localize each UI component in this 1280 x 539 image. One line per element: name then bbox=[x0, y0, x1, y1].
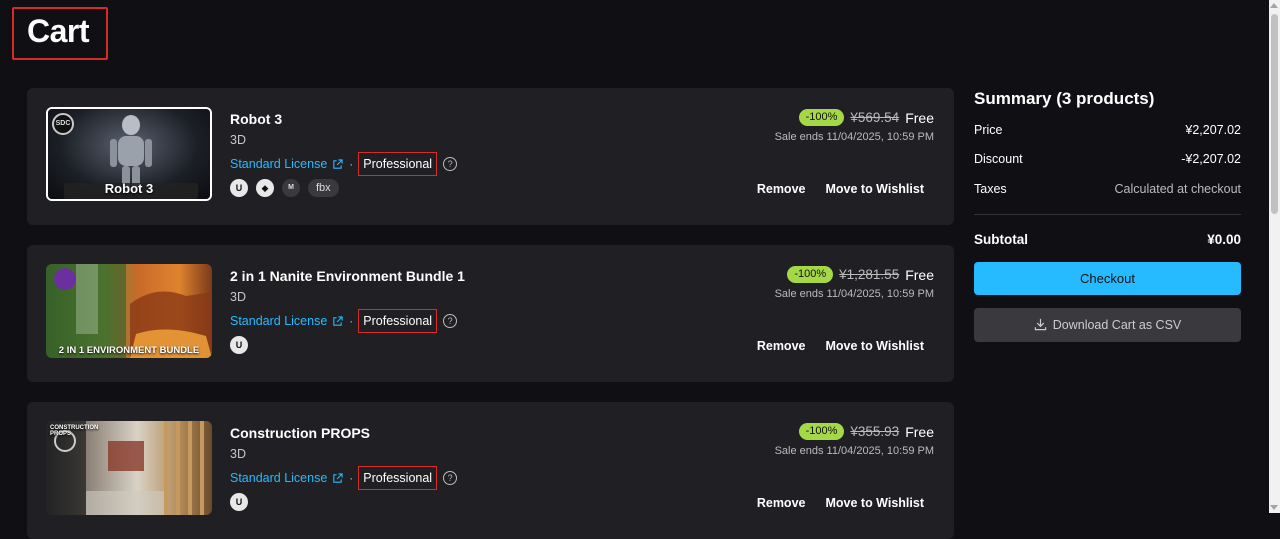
product-category: 3D bbox=[230, 133, 246, 147]
item-actions: Remove Move to Wishlist bbox=[757, 496, 924, 510]
discount-badge: -100% bbox=[798, 423, 845, 440]
page-scrollbar[interactable] bbox=[1269, 0, 1280, 513]
discount-badge: -100% bbox=[787, 266, 834, 283]
license-row: Standard License · Professional ? bbox=[230, 466, 458, 490]
summary-title: Summary (3 products) bbox=[974, 89, 1155, 108]
download-csv-label: Download Cart as CSV bbox=[1052, 318, 1182, 332]
unreal-engine-icon: U bbox=[230, 493, 248, 511]
current-price: Free bbox=[905, 109, 934, 126]
product-thumbnail[interactable]: SDC Robot 3 bbox=[46, 107, 212, 201]
thumbnail-caption: CONSTRUCTION PROPS bbox=[50, 425, 99, 437]
item-actions: Remove Move to Wishlist bbox=[757, 339, 924, 353]
fbx-format-badge: fbx bbox=[308, 179, 339, 197]
summary-taxes-row: Taxes Calculated at checkout bbox=[974, 182, 1241, 196]
sale-ends-text: Sale ends 11/04/2025, 10:59 PM bbox=[774, 131, 934, 143]
thumbnail-caption: Robot 3 bbox=[104, 181, 154, 196]
supported-formats: U bbox=[230, 493, 248, 511]
supported-formats: U ◆ M fbx bbox=[230, 179, 339, 197]
remove-button[interactable]: Remove bbox=[757, 496, 806, 510]
page-title: Cart bbox=[27, 13, 90, 49]
summary-divider bbox=[974, 214, 1241, 215]
scroll-up-arrow-icon[interactable] bbox=[1270, 3, 1278, 8]
subtotal-value: ¥0.00 bbox=[1207, 232, 1241, 247]
price-row: -100% ¥355.93 Free bbox=[798, 423, 934, 440]
price-label: Price bbox=[974, 123, 1003, 137]
license-row: Standard License · Professional ? bbox=[230, 152, 458, 176]
unreal-engine-icon: U bbox=[230, 179, 248, 197]
unreal-engine-icon: U bbox=[230, 336, 248, 354]
help-icon[interactable]: ? bbox=[443, 471, 458, 485]
fab-format-icon: M bbox=[282, 179, 300, 197]
discount-label: Discount bbox=[974, 152, 1023, 166]
license-row: Standard License · Professional ? bbox=[230, 309, 458, 333]
item-actions: Remove Move to Wishlist bbox=[757, 182, 924, 196]
download-icon bbox=[1034, 318, 1046, 331]
move-to-wishlist-button[interactable]: Move to Wishlist bbox=[825, 182, 924, 196]
discount-badge: -100% bbox=[798, 109, 845, 126]
scroll-down-arrow-icon[interactable] bbox=[1270, 505, 1278, 510]
seller-badge: SDC bbox=[52, 113, 74, 135]
current-price: Free bbox=[905, 266, 934, 283]
thumbnail-caption: 2 IN 1 ENVIRONMENT BUNDLE bbox=[58, 345, 200, 356]
checkout-button[interactable]: Checkout bbox=[974, 262, 1241, 295]
external-link-icon[interactable] bbox=[332, 315, 343, 327]
remove-button[interactable]: Remove bbox=[757, 182, 806, 196]
discount-value: -¥2,207.02 bbox=[1181, 152, 1241, 166]
standard-license-link[interactable]: Standard License bbox=[230, 471, 327, 485]
product-name[interactable]: Robot 3 bbox=[230, 111, 282, 127]
summary-subtotal-row: Subtotal ¥0.00 bbox=[974, 232, 1241, 247]
product-name[interactable]: Construction PROPS bbox=[230, 425, 370, 441]
help-icon[interactable]: ? bbox=[443, 157, 458, 171]
cart-item: 2 IN 1 ENVIRONMENT BUNDLE 2 in 1 Nanite … bbox=[27, 245, 954, 382]
standard-license-link[interactable]: Standard License bbox=[230, 314, 327, 328]
product-thumbnail[interactable]: CONSTRUCTION PROPS bbox=[46, 421, 212, 515]
price-value: ¥2,207.02 bbox=[1185, 123, 1241, 137]
cart-item: CONSTRUCTION PROPS Construction PROPS 3D… bbox=[27, 402, 954, 539]
original-price: ¥1,281.55 bbox=[839, 267, 900, 282]
cart-item: SDC Robot 3 Robot 3 3D Standard License … bbox=[27, 88, 954, 225]
download-csv-button[interactable]: Download Cart as CSV bbox=[974, 308, 1241, 342]
summary-discount-row: Discount -¥2,207.02 bbox=[974, 152, 1241, 166]
subtotal-label: Subtotal bbox=[974, 232, 1028, 247]
original-price: ¥355.93 bbox=[850, 424, 900, 439]
license-tier-tag[interactable]: Professional bbox=[358, 466, 438, 490]
price-row: -100% ¥569.54 Free bbox=[798, 109, 934, 126]
price-row: -100% ¥1,281.55 Free bbox=[787, 266, 934, 283]
current-price: Free bbox=[905, 423, 934, 440]
product-category: 3D bbox=[230, 290, 246, 304]
move-to-wishlist-button[interactable]: Move to Wishlist bbox=[825, 496, 924, 510]
taxes-label: Taxes bbox=[974, 182, 1007, 196]
summary-price-row: Price ¥2,207.02 bbox=[974, 123, 1241, 137]
product-category: 3D bbox=[230, 447, 246, 461]
sale-ends-text: Sale ends 11/04/2025, 10:59 PM bbox=[774, 445, 934, 457]
sale-ends-text: Sale ends 11/04/2025, 10:59 PM bbox=[774, 288, 934, 300]
original-price: ¥569.54 bbox=[850, 110, 900, 125]
move-to-wishlist-button[interactable]: Move to Wishlist bbox=[825, 339, 924, 353]
external-link-icon[interactable] bbox=[332, 158, 343, 170]
license-tier-tag[interactable]: Professional bbox=[358, 152, 438, 176]
remove-button[interactable]: Remove bbox=[757, 339, 806, 353]
separator-dot: · bbox=[349, 471, 354, 485]
license-tier-tag[interactable]: Professional bbox=[358, 309, 438, 333]
unity-icon: ◆ bbox=[256, 179, 274, 197]
separator-dot: · bbox=[349, 314, 354, 328]
supported-formats: U bbox=[230, 336, 248, 354]
help-icon[interactable]: ? bbox=[443, 314, 458, 328]
standard-license-link[interactable]: Standard License bbox=[230, 157, 327, 171]
taxes-value: Calculated at checkout bbox=[1114, 182, 1241, 196]
product-thumbnail[interactable]: 2 IN 1 ENVIRONMENT BUNDLE bbox=[46, 264, 212, 358]
separator-dot: · bbox=[349, 157, 354, 171]
external-link-icon[interactable] bbox=[332, 472, 343, 484]
scrollbar-thumb[interactable] bbox=[1271, 14, 1278, 214]
product-name[interactable]: 2 in 1 Nanite Environment Bundle 1 bbox=[230, 268, 465, 284]
